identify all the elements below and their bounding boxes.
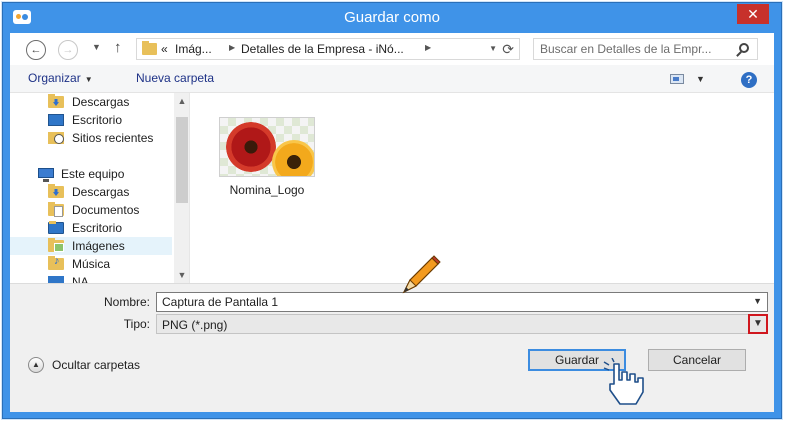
file-type-select[interactable]: PNG (*.png) ▼: [156, 314, 768, 334]
sidebar-item-label: Música: [72, 257, 111, 271]
file-name-combobox[interactable]: ▼: [156, 292, 768, 312]
file-name-label: Nombre:: [103, 295, 150, 309]
navigation-pane: Descargas Escritorio Sitios recientes Es…: [10, 93, 190, 283]
search-icon[interactable]: [739, 43, 749, 53]
sidebar-item-label: Escritorio: [72, 221, 123, 235]
title-bar[interactable]: Guardar como ✕: [3, 3, 781, 31]
sidebar-item-label: Escritorio: [72, 113, 123, 127]
address-dropdown-icon[interactable]: ▼: [489, 44, 497, 53]
breadcrumb-pictures[interactable]: Imág...: [175, 42, 212, 56]
new-folder-button[interactable]: Nueva carpeta: [136, 71, 214, 85]
chevron-down-icon: ▼: [84, 75, 93, 84]
breadcrumb-company-details[interactable]: Detalles de la Empresa - iNó...: [241, 42, 404, 56]
file-name-field[interactable]: [162, 295, 742, 309]
downloads-icon: [48, 184, 64, 198]
sidebar-item-label: Descargas: [72, 95, 130, 109]
hand-cursor-icon: [603, 358, 644, 405]
refresh-icon[interactable]: ⟳: [502, 41, 514, 58]
sidebar-item-desktop[interactable]: Escritorio: [10, 111, 172, 129]
search-input[interactable]: [540, 42, 730, 56]
organize-label: Organizar: [28, 71, 81, 85]
scroll-up-icon[interactable]: ▲: [174, 93, 189, 109]
address-bar-row: ← → ▼ ↑ « Imág... ▶ Detalles de la Empre…: [10, 33, 774, 65]
breadcrumb-overflow[interactable]: «: [161, 42, 168, 56]
breadcrumb-separator-icon[interactable]: ▶: [425, 43, 431, 52]
sidebar-item-music[interactable]: Música: [10, 255, 172, 273]
file-name: Nomina_Logo: [229, 183, 305, 197]
sidebar-item-label: NA...: [72, 275, 99, 283]
red-flower-graphic: [226, 122, 276, 172]
sidebar-item-label: Descargas: [72, 185, 130, 199]
close-button[interactable]: ✕: [737, 4, 769, 24]
music-icon: [48, 255, 64, 270]
recent-locations-chevron-icon[interactable]: ▼: [92, 42, 101, 52]
sidebar-item-label: Imágenes: [72, 239, 125, 253]
pencil-icon: [402, 255, 441, 294]
navigation-scrollbar[interactable]: ▲ ▼: [174, 93, 189, 283]
sidebar-item-network[interactable]: NA...: [10, 273, 172, 283]
sidebar-item-label: Sitios recientes: [72, 131, 154, 145]
scroll-down-icon[interactable]: ▼: [174, 267, 189, 283]
sidebar-item-this-pc[interactable]: Este equipo: [10, 165, 172, 183]
dialog-client-area: ← → ▼ ↑ « Imág... ▶ Detalles de la Empre…: [10, 33, 774, 412]
chevron-down-icon[interactable]: ▼: [753, 296, 762, 306]
desktop-icon: [48, 114, 64, 126]
network-icon: [48, 276, 64, 283]
yellow-flower-graphic: [272, 140, 314, 176]
sidebar-item-label: Este equipo: [61, 167, 125, 181]
forward-button[interactable]: →: [58, 40, 78, 60]
sidebar-item-pictures[interactable]: Imágenes: [10, 237, 172, 255]
collapse-up-icon: ▲: [28, 357, 44, 373]
address-field[interactable]: « Imág... ▶ Detalles de la Empresa - iNó…: [136, 38, 520, 60]
pictures-icon: [48, 238, 64, 252]
organize-menu[interactable]: Organizar ▼: [28, 71, 93, 85]
hide-folders-label: Ocultar carpetas: [52, 358, 141, 372]
sidebar-item-downloads[interactable]: Descargas: [10, 183, 172, 201]
documents-icon: [48, 202, 64, 217]
sidebar-item-downloads[interactable]: Descargas: [10, 93, 172, 111]
recent-places-icon: [48, 132, 64, 144]
computer-icon: [38, 168, 54, 182]
file-type-dropdown-button[interactable]: ▼: [748, 314, 768, 334]
sidebar-item-documents[interactable]: Documentos: [10, 201, 172, 219]
image-thumbnail-icon: [219, 117, 315, 177]
sidebar-item-label: Documentos: [72, 203, 140, 217]
sidebar-item-recent-places[interactable]: Sitios recientes: [10, 129, 172, 147]
change-view-icon[interactable]: [670, 74, 684, 84]
downloads-icon: [48, 94, 64, 108]
window-title: Guardar como: [344, 9, 440, 26]
scroll-thumb[interactable]: [176, 117, 188, 203]
desktop-icon: [48, 221, 64, 234]
file-type-value: PNG (*.png): [162, 318, 228, 332]
save-as-dialog: Guardar como ✕ ← → ▼ ↑ « Imág... ▶ Detal…: [2, 2, 782, 419]
up-arrow-icon[interactable]: ↑: [114, 39, 122, 56]
folder-icon: [142, 41, 157, 55]
view-options-chevron-icon[interactable]: ▼: [696, 74, 705, 84]
sidebar-item-desktop[interactable]: Escritorio: [10, 219, 172, 237]
command-toolbar: Organizar ▼ Nueva carpeta ▼ ?: [10, 65, 774, 93]
help-icon[interactable]: ?: [741, 72, 757, 88]
file-item[interactable]: Nomina_Logo: [215, 113, 315, 203]
search-box[interactable]: [533, 38, 758, 60]
file-list[interactable]: Nomina_Logo: [191, 93, 774, 283]
cancel-button[interactable]: Cancelar: [648, 349, 746, 371]
file-type-label: Tipo:: [123, 317, 150, 331]
back-button[interactable]: ←: [26, 40, 46, 60]
breadcrumb-separator-icon[interactable]: ▶: [229, 43, 235, 52]
